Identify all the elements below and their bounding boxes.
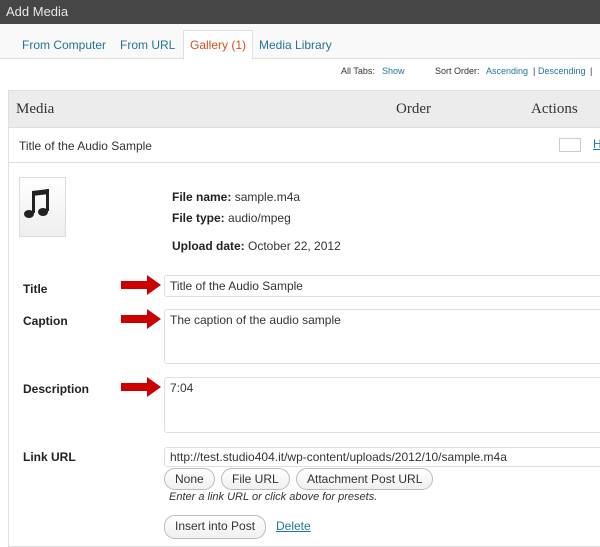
link-file-url-button[interactable]: File URL: [221, 468, 290, 490]
file-type-row: File type: audio/mpeg: [172, 211, 291, 225]
tab-from-computer[interactable]: From Computer: [16, 32, 112, 59]
link-none-button[interactable]: None: [164, 468, 215, 490]
insert-into-post-button[interactable]: Insert into Post: [164, 515, 267, 539]
sort-descending-link[interactable]: Descending: [538, 66, 586, 76]
delete-link[interactable]: Delete: [276, 519, 311, 533]
description-field[interactable]: 7:04: [164, 377, 600, 433]
tab-media-library[interactable]: Media Library: [253, 32, 338, 59]
order-input[interactable]: [559, 138, 581, 152]
show-all-tabs-link[interactable]: Show: [382, 66, 405, 76]
caption-label: Caption: [23, 314, 68, 328]
table-header: Media Order Actions: [9, 91, 600, 128]
tab-from-url[interactable]: From URL: [114, 32, 181, 59]
column-actions: Actions: [531, 101, 578, 117]
sort-separator-2: |: [590, 66, 593, 76]
column-media: Media: [16, 101, 55, 117]
column-order: Order: [396, 101, 431, 117]
arrow-right-icon: [121, 309, 161, 329]
upload-date-label: Upload date:: [172, 239, 245, 253]
title-label: Title: [23, 282, 48, 296]
audio-file-icon: [19, 177, 66, 237]
window-title: Add Media: [0, 0, 600, 24]
sort-ascending-link[interactable]: Ascending: [486, 66, 528, 76]
tab-gallery[interactable]: Gallery (1): [183, 30, 254, 60]
file-type-label: File type:: [172, 211, 225, 225]
all-tabs-label: All Tabs:: [341, 66, 375, 76]
media-tabs: From Computer From URL Gallery (1) Media…: [0, 24, 600, 60]
upload-date-value: October 22, 2012: [248, 239, 341, 253]
sort-order-label: Sort Order:: [435, 66, 480, 76]
arrow-right-icon: [121, 377, 161, 397]
title-field[interactable]: Title of the Audio Sample: [164, 275, 600, 297]
description-label: Description: [23, 382, 90, 396]
arrow-right-icon: [121, 275, 161, 295]
upload-date-row: Upload date: October 22, 2012: [172, 239, 341, 253]
file-type-value: audio/mpeg: [228, 211, 291, 225]
link-url-field[interactable]: http://test.studio404.it/wp-content/uplo…: [164, 447, 600, 467]
sort-bar: All Tabs: Show Sort Order: Ascending | D…: [0, 66, 600, 80]
link-url-label: Link URL: [23, 450, 76, 464]
link-url-hint: Enter a link URL or click above for pres…: [169, 491, 378, 503]
caption-field[interactable]: The caption of the audio sample: [164, 309, 600, 364]
gallery-table: Media Order Actions Title of the Audio S…: [8, 90, 600, 547]
sort-separator: |: [533, 66, 536, 76]
file-name-label: File name:: [172, 190, 232, 204]
item-title: Title of the Audio Sample: [19, 139, 152, 153]
table-row: Title of the Audio Sample H: [9, 128, 600, 163]
file-name-value: sample.m4a: [234, 190, 301, 204]
hide-link[interactable]: H: [593, 137, 600, 151]
file-name-row: File name: sample.m4a: [172, 190, 300, 204]
link-attachment-post-url-button[interactable]: Attachment Post URL: [296, 468, 434, 490]
